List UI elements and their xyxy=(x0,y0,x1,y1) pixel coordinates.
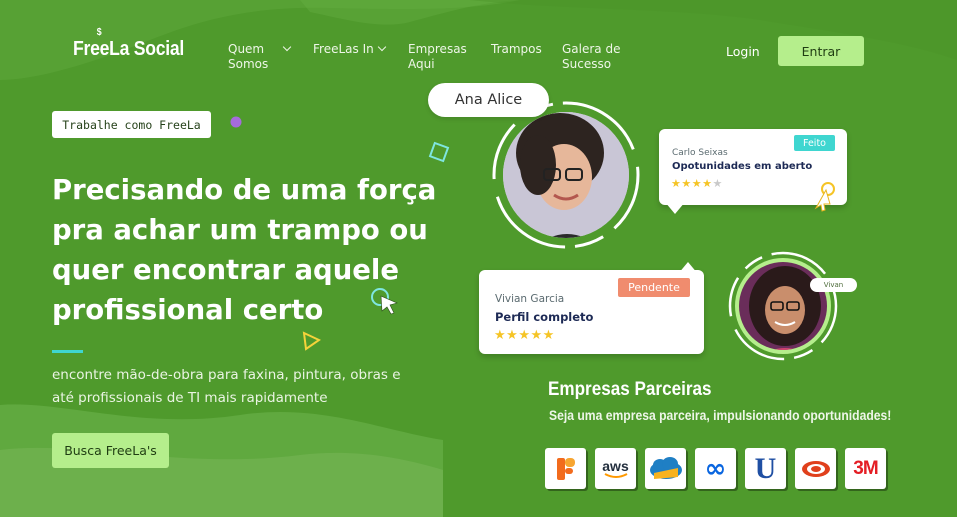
nav-label: Sucesso xyxy=(562,57,612,71)
nav-item-galera-de-sucesso[interactable]: Galera de Sucesso xyxy=(562,42,620,72)
nav-label: Empresas xyxy=(408,42,467,56)
target-logo[interactable] xyxy=(795,448,836,489)
partners-subtitle: Seja uma empresa parceira, impulsionando… xyxy=(549,408,892,423)
nav-label: Trampos xyxy=(491,42,542,56)
partner-logo-graphic xyxy=(649,456,682,479)
salesforce-cloud-logo[interactable] xyxy=(645,448,686,489)
entrar-button[interactable]: Entrar xyxy=(778,36,864,66)
star-icon: ★ xyxy=(691,177,703,190)
nav-item-quem-somos[interactable]: Quem Somos xyxy=(228,42,292,72)
unilever-logo[interactable]: U xyxy=(745,448,786,489)
avatar-ana-alice xyxy=(492,101,640,249)
avatar-vivian xyxy=(728,251,838,361)
dollar-icon: $ xyxy=(96,27,102,38)
hero-tag: Trabalhe como FreeLa xyxy=(52,111,211,138)
star-icon: ★ xyxy=(506,328,519,343)
hero-headline: Precisando de uma força pra achar um tra… xyxy=(52,174,437,326)
triangle-outline-decoration xyxy=(302,331,322,351)
partners-title: Empresas Parceiras xyxy=(548,379,712,400)
nav-item-trampos[interactable]: Trampos xyxy=(491,42,542,57)
square-outline-decoration xyxy=(428,141,450,163)
nav-label: FreeLas In xyxy=(313,42,374,56)
smile-arrow-icon xyxy=(604,472,627,478)
partner-logo-text: ∞ xyxy=(704,453,727,484)
card-person-name: Vivian Garcia xyxy=(495,293,565,305)
profile-name-pill: Ana Alice xyxy=(428,83,549,117)
cursor-click-icon xyxy=(814,182,835,212)
card-role: Perfil completo xyxy=(495,310,594,324)
star-icon: ★ xyxy=(530,328,543,343)
partner-logo-graphic xyxy=(556,457,575,480)
purple-dot-decoration xyxy=(230,116,242,128)
nav-label: Somos xyxy=(228,57,269,71)
login-link[interactable]: Login xyxy=(726,44,760,59)
aws-logo[interactable]: aws xyxy=(595,448,636,489)
busca-freelas-button[interactable]: Busca FreeLa's xyxy=(52,433,169,468)
chevron-down-icon xyxy=(282,42,292,52)
nav-item-freelas-in[interactable]: FreeLas In xyxy=(313,42,386,57)
card-role: Opotunidades em aberto xyxy=(672,161,813,172)
status-badge: Feito xyxy=(794,135,835,151)
partner-logo-text: U xyxy=(754,451,777,485)
chevron-down-icon xyxy=(377,42,386,52)
star-icon: ★ xyxy=(712,177,723,190)
small-name-label: Vivan xyxy=(810,278,857,292)
nav-label: Quem xyxy=(228,42,265,56)
nav-item-empresas-aqui[interactable]: Empresas Aqui xyxy=(408,42,467,72)
brand-logo[interactable]: $ FreeLa Social xyxy=(73,27,185,61)
status-badge: Pendente xyxy=(618,278,690,297)
partner-logo-graphic xyxy=(801,460,830,477)
nav-label: Galera de xyxy=(562,42,621,56)
star-icon: ★ xyxy=(542,328,555,343)
star-icon: ★ xyxy=(671,177,682,190)
star-icon: ★ xyxy=(702,177,713,190)
accent-divider xyxy=(52,350,83,353)
hero-subtitle: encontre mão-de-obra para faxina, pintur… xyxy=(52,367,401,406)
nav-label: Aqui xyxy=(408,57,435,71)
card-tail xyxy=(665,202,685,214)
meta-logo[interactable]: ∞ xyxy=(695,448,736,489)
partner-logo-text: aws xyxy=(602,457,629,474)
star-icon: ★ xyxy=(494,328,507,343)
card-tail xyxy=(678,262,698,274)
star-icon: ★ xyxy=(681,177,692,190)
star-icon: ★ xyxy=(518,328,531,343)
star-rating: ★★★★★ xyxy=(671,177,723,190)
partner-logo-text: 3M xyxy=(853,457,878,479)
brand-name: FreeLa Social xyxy=(73,38,185,60)
3m-logo[interactable]: 3M xyxy=(845,448,886,489)
star-rating: ★★★★★ xyxy=(494,328,555,343)
profile-card-vivian[interactable]: Pendente Vivian Garcia Perfil completo ★… xyxy=(479,262,704,354)
card-person-name: Carlo Seixas xyxy=(672,148,728,158)
ifood-style-logo[interactable] xyxy=(545,448,586,489)
